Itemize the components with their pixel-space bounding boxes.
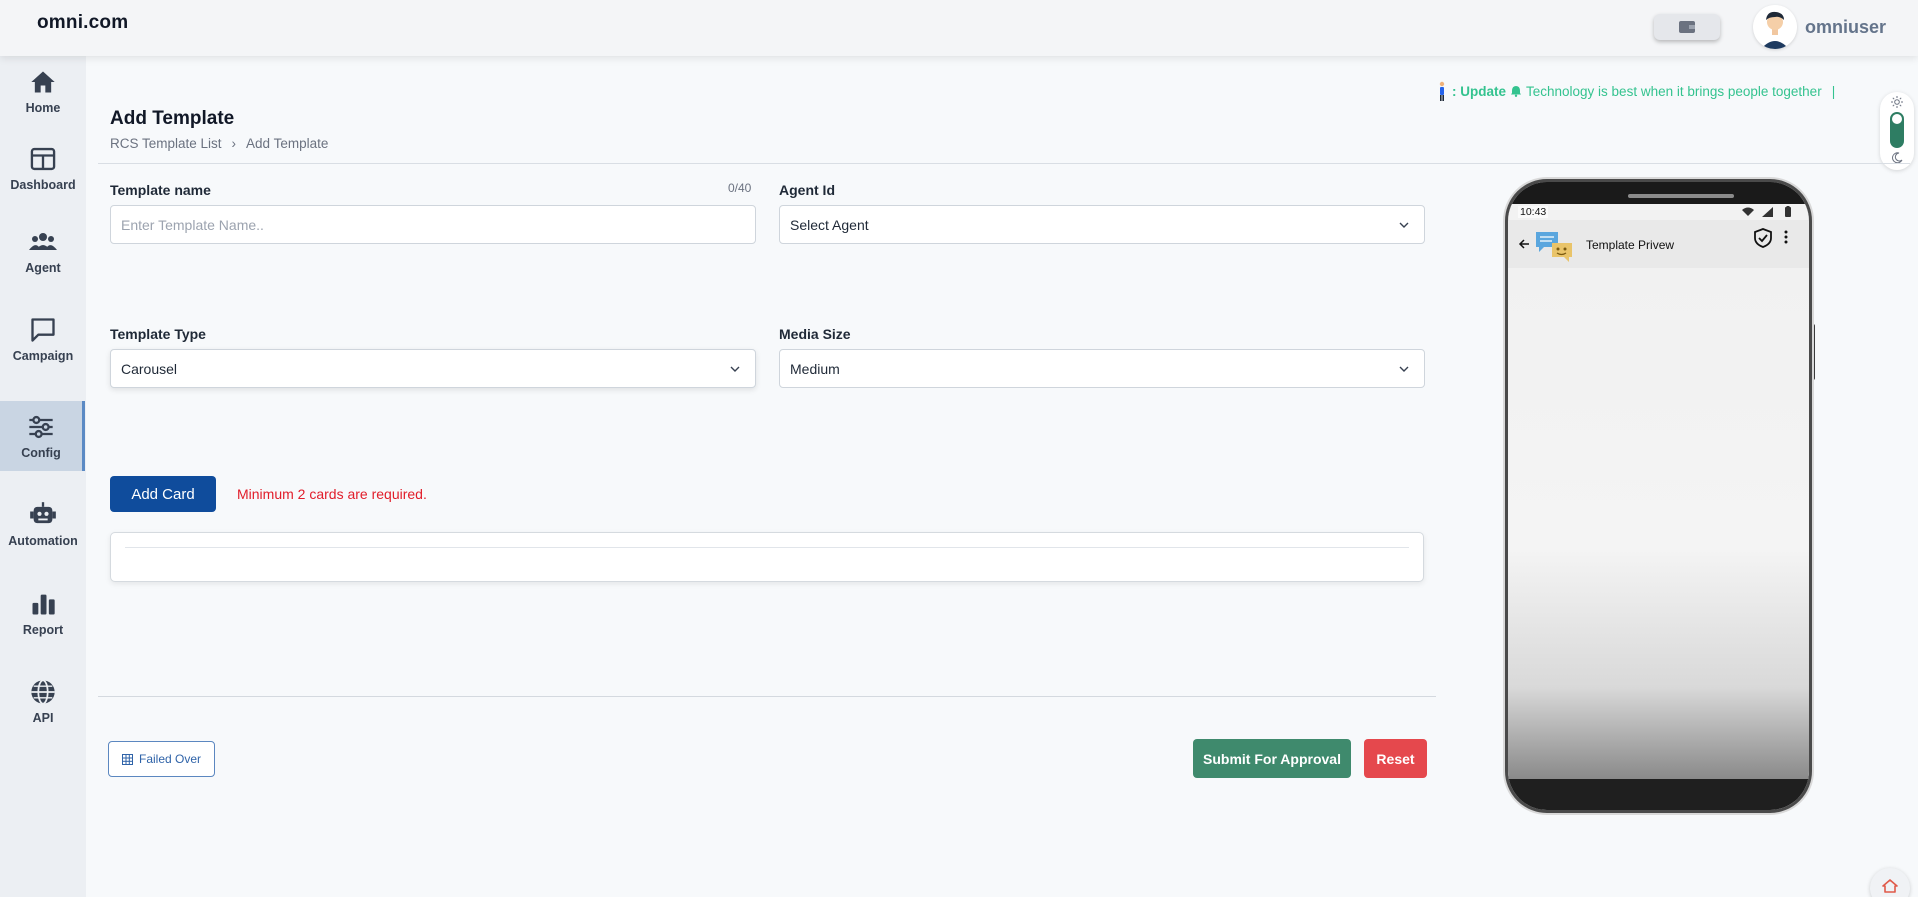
- floating-home-button[interactable]: [1870, 868, 1910, 897]
- breadcrumb-current: Add Template: [246, 136, 329, 151]
- person-walking-icon: [1439, 81, 1445, 101]
- sun-icon: [1891, 96, 1903, 108]
- sidebar-item-dashboard[interactable]: Dashboard: [0, 133, 86, 203]
- wifi-icon: [1742, 207, 1754, 216]
- sidebar-item-automation[interactable]: Automation: [0, 489, 86, 559]
- user-avatar[interactable]: [1753, 5, 1797, 49]
- template-name-counter: 0/40: [728, 181, 752, 195]
- phone-time: 10:43: [1518, 206, 1549, 218]
- home-icon: [1882, 879, 1898, 893]
- ticker-message: Technology is best when it brings people…: [1526, 83, 1822, 99]
- breadcrumb-link-template-list[interactable]: RCS Template List: [110, 136, 222, 151]
- more-vertical-icon: [1784, 230, 1788, 244]
- dashboard-icon: [30, 147, 56, 170]
- sidebar-item-api[interactable]: API: [0, 666, 86, 736]
- phone-bottom-bezel: [1508, 779, 1809, 810]
- ticker-prefix: : Update: [1452, 83, 1506, 99]
- form-divider: [98, 696, 1436, 697]
- breadcrumb: RCS Template List › Add Template: [110, 136, 328, 151]
- media-size-select[interactable]: Medium: [779, 349, 1425, 388]
- sidebar-item-home[interactable]: Home: [0, 56, 86, 126]
- chevron-down-icon: [730, 366, 740, 372]
- avatar-icon: [1753, 5, 1797, 49]
- chevron-down-icon: [1399, 366, 1409, 372]
- top-bar: omni.com omniuser: [0, 0, 1918, 56]
- sidebar-item-agent[interactable]: Agent: [0, 216, 86, 286]
- divider: [98, 163, 1910, 164]
- min-cards-warning: Minimum 2 cards are required.: [237, 486, 427, 502]
- template-type-value: Carousel: [121, 360, 178, 377]
- sidebar-item-report[interactable]: Report: [0, 578, 86, 648]
- template-type-label: Template Type: [110, 326, 206, 342]
- ticker-cursor: |: [1831, 83, 1836, 99]
- sidebar-item-config[interactable]: Config: [0, 401, 85, 471]
- media-size-label: Media Size: [779, 326, 851, 342]
- cards-divider: [125, 547, 1409, 548]
- failed-over-button[interactable]: Failed Over: [108, 741, 215, 777]
- config-icon: [29, 415, 53, 438]
- template-name-input[interactable]: Enter Template Name..: [110, 205, 756, 244]
- preview-screen: [1508, 268, 1809, 779]
- page-title: Add Template: [110, 108, 235, 129]
- preview-title: Template Privew: [1586, 238, 1675, 252]
- battery-icon: [1785, 206, 1791, 217]
- sidebar-item-label: Home: [25, 100, 61, 115]
- theme-switch-knob[interactable]: [1892, 114, 1902, 124]
- sidebar-item-label: Campaign: [12, 348, 74, 363]
- submit-for-approval-button[interactable]: Submit For Approval: [1193, 739, 1351, 778]
- back-arrow-icon: [1518, 239, 1529, 249]
- campaign-icon: [31, 317, 55, 342]
- phone-speaker: [1628, 194, 1734, 198]
- sidebar: Home Dashboard Agent Campaign Config Aut…: [0, 56, 86, 897]
- template-type-select[interactable]: Carousel: [110, 349, 756, 388]
- agent-select-value: Select Agent: [790, 216, 869, 233]
- wallet-icon: [1679, 21, 1695, 33]
- chat-bubbles-icon: [1536, 232, 1572, 262]
- sidebar-item-label: Report: [22, 622, 64, 637]
- shield-check-icon: [1754, 228, 1772, 248]
- reset-button[interactable]: Reset: [1364, 739, 1427, 778]
- sidebar-item-label: Config: [21, 445, 61, 460]
- theme-toggle[interactable]: [1880, 92, 1914, 170]
- sidebar-item-label: Agent: [25, 260, 61, 275]
- add-card-button[interactable]: Add Card: [110, 476, 216, 512]
- breadcrumb-separator: ›: [231, 136, 237, 151]
- wallet-button[interactable]: [1654, 14, 1720, 40]
- username-label[interactable]: omniuser: [1805, 17, 1886, 38]
- globe-icon: [31, 678, 55, 705]
- template-name-label: Template name: [110, 182, 211, 198]
- media-size-value: Medium: [790, 360, 840, 377]
- home-icon: [31, 71, 55, 92]
- agent-id-label: Agent Id: [779, 182, 835, 198]
- update-ticker: : Update Technology is best when it brin…: [1436, 81, 1835, 101]
- report-icon: [32, 594, 55, 614]
- agent-select[interactable]: Select Agent: [779, 205, 1425, 244]
- app-logo[interactable]: omni.com: [37, 12, 128, 34]
- template-preview-phone: 10:43 Template Privew: [1505, 179, 1812, 813]
- signal-icon: [1762, 207, 1773, 217]
- agent-icon: [29, 232, 57, 250]
- table-icon: [121, 753, 133, 765]
- bell-icon: [1511, 86, 1521, 97]
- cards-container: [110, 532, 1424, 582]
- sidebar-item-label: Automation: [8, 533, 78, 548]
- sidebar-item-label: Dashboard: [10, 177, 76, 192]
- chevron-down-icon: [1399, 222, 1409, 228]
- automation-icon: [30, 501, 56, 523]
- sidebar-item-label: API: [32, 710, 54, 725]
- failed-over-label: Failed Over: [138, 752, 202, 766]
- sidebar-item-campaign[interactable]: Campaign: [0, 304, 86, 374]
